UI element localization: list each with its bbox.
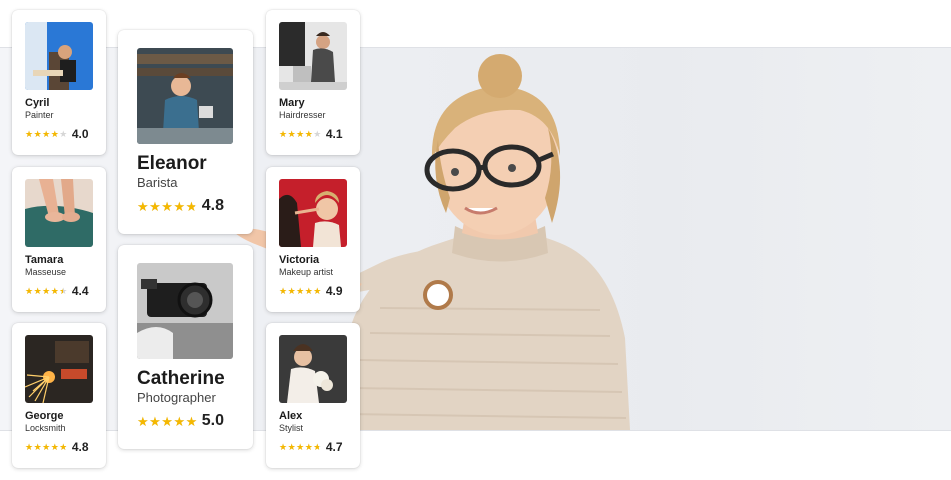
card-victoria[interactable]: Victoria Makeup artist ★★★★★ ★★★★★ 4.9	[266, 167, 360, 312]
star-rating-icon: ★★★★★★★★★★	[25, 285, 68, 296]
rating: ★★★★★ ★★★★★ 4.7	[279, 440, 347, 454]
card-alex[interactable]: Alex Stylist ★★★★★ ★★★★★ 4.7	[266, 323, 360, 468]
star-rating-icon: ★★★★★★★★★★	[137, 413, 198, 429]
star-rating-icon: ★★★★★★★★★★	[25, 128, 68, 139]
card-name: Alex	[279, 410, 303, 422]
card-cyril[interactable]: Cyril Painter ★★★★★★★★★★ 4.0	[12, 10, 106, 155]
card-role: Locksmith	[25, 423, 66, 433]
rating: ★★★★★ ★★★★★ 4.8	[137, 197, 234, 215]
rating: ★★★★★★★★★★ 4.0	[25, 127, 93, 141]
makeup-artist-photo	[279, 179, 347, 247]
card-catherine[interactable]: Catherine Photographer ★★★★★ ★★★★★ 5.0	[118, 245, 253, 449]
card-role: Masseuse	[25, 267, 67, 277]
stylist-photo	[279, 335, 347, 403]
card-name: Tamara	[25, 254, 64, 266]
card-tamara[interactable]: Tamara Masseuse ★★★★★★★★★★ 4.4	[12, 167, 106, 312]
rating-score: 4.7	[325, 440, 343, 454]
rating: ★★★★★ ★★★★★ 4.9	[279, 284, 347, 298]
card-name: Eleanor	[137, 153, 207, 174]
rating-score: 4.0	[71, 127, 89, 141]
hairdresser-photo	[279, 22, 347, 90]
barista-photo	[137, 48, 233, 144]
card-eleanor[interactable]: Eleanor Barista ★★★★★ ★★★★★ 4.8	[118, 30, 253, 234]
rating-score: 4.4	[71, 284, 89, 298]
card-role: Hairdresser	[279, 110, 326, 120]
rating: ★★★★★ ★★★★★ 4.8	[25, 440, 93, 454]
card-role: Painter	[25, 110, 54, 120]
card-role: Barista	[137, 175, 178, 190]
star-rating-icon: ★★★★★★★★★★	[279, 128, 322, 139]
card-mary[interactable]: Mary Hairdresser ★★★★★★★★★★ 4.1	[266, 10, 360, 155]
masseuse-photo	[25, 179, 93, 247]
star-rating-icon: ★★★★★★★★★★	[137, 198, 198, 214]
card-name: Cyril	[25, 97, 50, 109]
photographer-photo	[137, 263, 233, 359]
card-name: Mary	[279, 97, 305, 109]
painter-photo	[25, 22, 93, 90]
card-george[interactable]: George Locksmith ★★★★★ ★★★★★ 4.8	[12, 323, 106, 468]
star-rating-icon: ★★★★★★★★★★	[279, 285, 322, 296]
card-name: George	[25, 410, 64, 422]
card-name: Catherine	[137, 368, 225, 389]
card-role: Photographer	[137, 390, 216, 405]
rating-score: 4.9	[325, 284, 343, 298]
card-name: Victoria	[279, 254, 320, 266]
locksmith-photo	[25, 335, 93, 403]
rating: ★★★★★ ★★★★★ 5.0	[137, 412, 234, 430]
rating-score: 4.8	[201, 197, 225, 214]
rating-score: 4.8	[71, 440, 89, 454]
rating: ★★★★★★★★★★ 4.4	[25, 284, 93, 298]
rating-score: 5.0	[201, 412, 225, 429]
rating: ★★★★★★★★★★ 4.1	[279, 127, 347, 141]
card-role: Stylist	[279, 423, 304, 433]
star-rating-icon: ★★★★★★★★★★	[279, 441, 322, 452]
card-role: Makeup artist	[279, 267, 334, 277]
rating-score: 4.1	[325, 127, 343, 141]
star-rating-icon: ★★★★★★★★★★	[25, 441, 68, 452]
